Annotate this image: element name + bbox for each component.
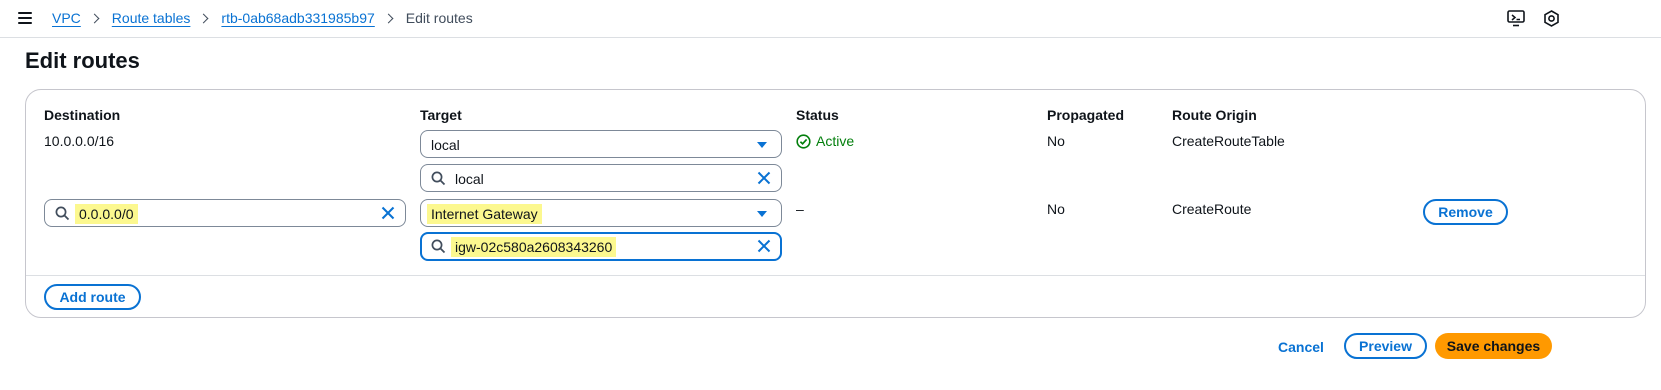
routes-panel: Destination Target Status Propagated Rou… [25,89,1646,318]
row-2-destination-input[interactable]: 0.0.0.0/0 [44,199,406,227]
chevron-right-icon [89,13,100,23]
preview-button[interactable]: Preview [1344,333,1427,359]
breadcrumb-vpc[interactable]: VPC [52,10,81,26]
row-2-destination-value: 0.0.0.0/0 [75,204,138,224]
row-1-status: Active [796,133,854,149]
column-header-destination: Destination [44,107,121,123]
notifications-icon[interactable] [1507,10,1525,30]
row-2-status: – [796,201,804,217]
row-1-target-search-value: local [455,171,484,187]
column-header-status: Status [796,107,839,123]
add-route-button[interactable]: Add route [44,284,141,310]
row-1-target-type-select[interactable]: local [420,130,782,158]
row-1-destination: 10.0.0.0/16 [44,133,115,149]
row-2-target-type-value: Internet Gateway [427,204,542,224]
column-header-route-origin: Route Origin [1172,107,1257,123]
row-1-target-type-value: local [431,137,460,153]
save-changes-button[interactable]: Save changes [1435,333,1552,359]
search-icon [431,239,446,257]
row-1-route-origin: CreateRouteTable [1172,133,1285,149]
row-2-propagated: No [1047,201,1065,217]
clear-icon[interactable] [757,171,771,188]
row-1-propagated: No [1047,133,1065,149]
caret-down-icon [757,142,767,148]
row-2-target-type-select[interactable]: Internet Gateway [420,199,782,227]
row-2-target-search-value: igw-02c580a2608343260 [451,237,617,257]
chevron-right-icon [383,13,394,23]
settings-icon[interactable] [1543,10,1560,30]
row-2-target-search[interactable]: igw-02c580a2608343260 [420,232,782,261]
breadcrumb-route-table-id[interactable]: rtb-0ab68adb331985b97 [221,10,374,26]
search-icon [55,206,70,224]
clear-icon[interactable] [757,239,771,256]
breadcrumb: VPC Route tables rtb-0ab68adb331985b97 E… [52,10,473,26]
clear-icon[interactable] [381,206,395,223]
column-header-propagated: Propagated [1047,107,1125,123]
row-2-route-origin: CreateRoute [1172,201,1252,217]
status-success-icon [796,133,811,149]
top-navigation-bar: VPC Route tables rtb-0ab68adb331985b97 E… [0,0,1661,38]
column-header-target: Target [420,107,462,123]
row-1-status-label: Active [816,133,855,149]
search-icon [431,171,446,189]
menu-icon[interactable] [18,12,32,24]
breadcrumb-route-tables[interactable]: Route tables [112,10,191,26]
panel-divider [26,275,1645,276]
breadcrumb-current: Edit routes [405,10,473,26]
cancel-button[interactable]: Cancel [1278,339,1324,355]
page-title: Edit routes [25,48,140,73]
row-1-target-search[interactable]: local [420,164,782,192]
chevron-right-icon [198,13,209,23]
caret-down-icon [757,211,767,217]
remove-route-button[interactable]: Remove [1423,199,1508,225]
